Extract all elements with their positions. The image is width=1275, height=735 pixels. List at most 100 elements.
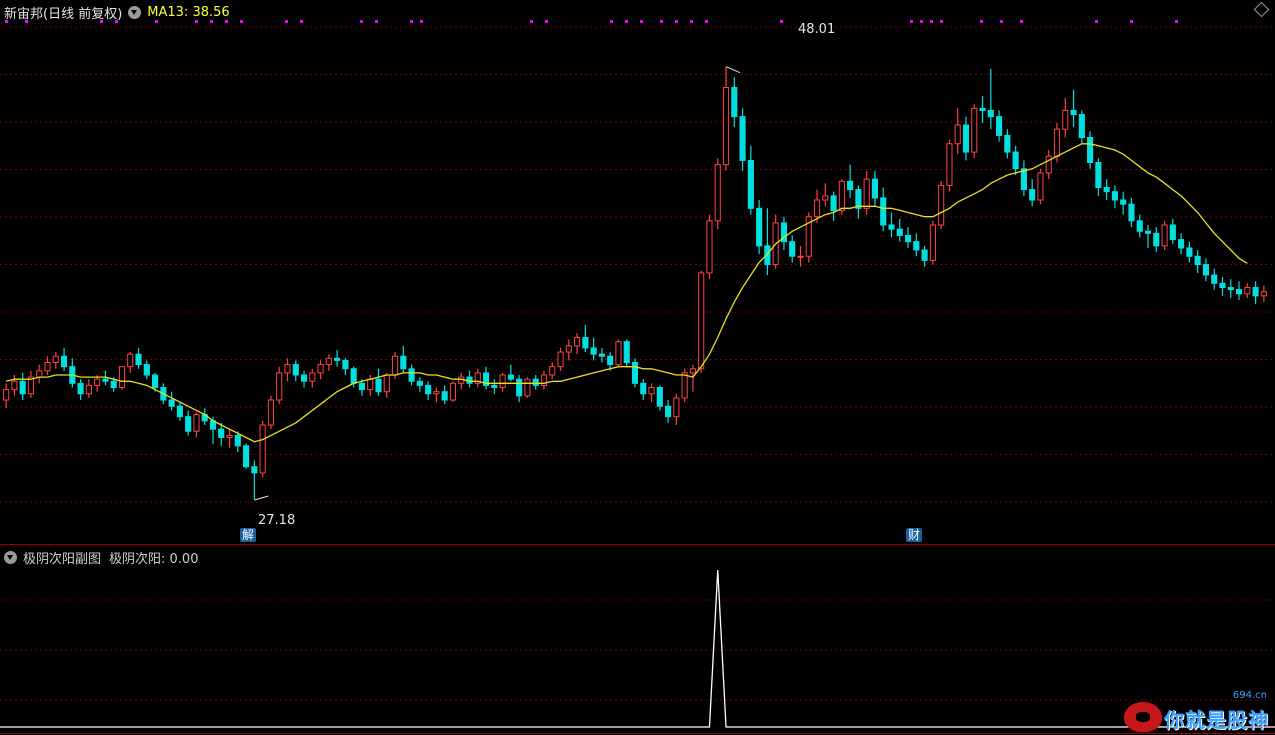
signal-dot bbox=[410, 20, 413, 23]
signal-dot bbox=[300, 20, 303, 23]
signal-dot bbox=[360, 20, 363, 23]
candle-body bbox=[300, 374, 308, 382]
signal-dot bbox=[1175, 20, 1178, 23]
watermark: 694.cn 你就是股神 bbox=[1124, 690, 1269, 732]
candle-body bbox=[135, 353, 142, 366]
marker-jie[interactable]: 解 bbox=[240, 528, 257, 542]
candle-body bbox=[557, 351, 564, 368]
ma13-line bbox=[5, 143, 1248, 443]
candle-body bbox=[1012, 151, 1019, 170]
candle-body bbox=[52, 355, 59, 363]
indicator-dropdown-icon[interactable] bbox=[128, 5, 142, 19]
candle-body bbox=[1078, 114, 1085, 139]
candle-body bbox=[342, 359, 349, 370]
candle-body bbox=[1045, 155, 1052, 174]
signal-dot bbox=[625, 20, 628, 23]
candle-body bbox=[1103, 187, 1110, 193]
candle-body bbox=[549, 366, 556, 376]
signal-dot bbox=[375, 20, 378, 23]
candle-body bbox=[1144, 230, 1152, 234]
candle-body bbox=[904, 234, 912, 243]
candle-body bbox=[656, 387, 663, 407]
candle-body bbox=[1136, 220, 1143, 232]
candle-body bbox=[507, 374, 514, 380]
signal-dot bbox=[640, 20, 643, 23]
candle-body bbox=[168, 399, 175, 407]
candle-body bbox=[1235, 289, 1243, 295]
candle-body bbox=[987, 109, 994, 118]
candle-body bbox=[1087, 137, 1094, 163]
candle-body bbox=[118, 366, 126, 388]
candle-body bbox=[1211, 274, 1218, 284]
candle-body bbox=[739, 116, 746, 161]
candle-body bbox=[36, 370, 43, 378]
signal-dot bbox=[1130, 20, 1133, 23]
candle-body bbox=[317, 364, 324, 374]
candle-body bbox=[689, 368, 696, 374]
candle-body bbox=[929, 224, 936, 261]
candle-body bbox=[441, 391, 448, 401]
candle-body bbox=[1178, 239, 1185, 249]
candle-body bbox=[276, 372, 283, 401]
marker-cai[interactable]: 财 bbox=[906, 528, 923, 542]
candle-body bbox=[499, 374, 506, 388]
candle-body bbox=[358, 382, 366, 391]
candle-body bbox=[416, 380, 423, 386]
candle-body bbox=[971, 107, 978, 153]
candle-body bbox=[143, 364, 150, 376]
candle-body bbox=[1120, 199, 1127, 205]
candle-body bbox=[880, 197, 887, 226]
candle-body bbox=[1202, 264, 1210, 276]
signal-dot bbox=[930, 20, 933, 23]
candle-body bbox=[491, 384, 498, 388]
candle-body bbox=[1111, 191, 1118, 201]
signal-dot bbox=[910, 20, 913, 23]
candle-body bbox=[1194, 255, 1201, 266]
candle-body bbox=[292, 364, 299, 376]
low-pointer bbox=[254, 495, 269, 501]
candle-body bbox=[607, 355, 614, 366]
candle-body bbox=[77, 382, 84, 395]
candle-body bbox=[855, 189, 862, 209]
subchart-line[interactable] bbox=[0, 545, 1275, 735]
sub-indicator-dropdown-icon[interactable] bbox=[4, 550, 17, 564]
candle-body bbox=[1004, 134, 1011, 153]
candle-body bbox=[383, 374, 390, 393]
candle-body bbox=[226, 434, 233, 438]
candle-body bbox=[590, 347, 597, 355]
sub-header: 极阴次阳副图 极阴次阳: 0.00 bbox=[4, 547, 198, 567]
signal-dot bbox=[530, 20, 533, 23]
main-chart-panel[interactable]: 新宙邦(日线 前复权) MA13: 38.56 48.01 27.18 解 财 bbox=[0, 0, 1275, 545]
candle-body bbox=[615, 341, 622, 366]
signal-dot bbox=[690, 20, 693, 23]
signal-dot bbox=[420, 20, 423, 23]
candle-body bbox=[1037, 172, 1044, 201]
candle-body bbox=[1227, 287, 1234, 291]
candle-body bbox=[391, 355, 399, 376]
signal-dot bbox=[660, 20, 663, 23]
candle-body bbox=[243, 445, 250, 468]
candle-body bbox=[400, 355, 407, 370]
candle-body bbox=[962, 124, 970, 153]
candle-body bbox=[623, 341, 630, 363]
candle-body bbox=[871, 178, 879, 199]
signal-dot bbox=[240, 20, 243, 23]
candle-body bbox=[251, 466, 258, 474]
signal-dot bbox=[780, 20, 783, 23]
candlestick-chart[interactable] bbox=[0, 0, 1275, 545]
low-price-label: 27.18 bbox=[258, 513, 296, 528]
signal-dot bbox=[1000, 20, 1003, 23]
candle-body bbox=[85, 384, 92, 395]
sub-chart-panel[interactable]: 极阴次阳副图 极阴次阳: 0.00 694.cn 你就是股神 bbox=[0, 545, 1275, 735]
signal-dot bbox=[980, 20, 983, 23]
candle-body bbox=[979, 107, 986, 111]
candle-body bbox=[267, 399, 274, 426]
candle-body bbox=[367, 378, 374, 391]
candle-body bbox=[44, 362, 51, 372]
watermark-text: 你就是股神 bbox=[1164, 708, 1269, 732]
candle-body bbox=[838, 180, 845, 211]
candle-body bbox=[731, 87, 738, 118]
candle-body bbox=[747, 159, 754, 209]
candle-body bbox=[1095, 162, 1102, 188]
candle-body bbox=[19, 380, 26, 395]
